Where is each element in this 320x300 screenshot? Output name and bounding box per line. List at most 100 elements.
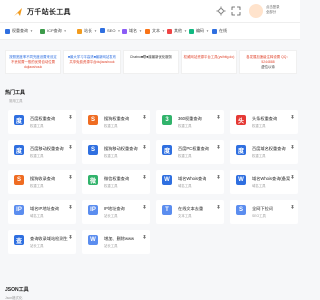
tool-card[interactable]: 度 百度域名权重查询 权重工具: [230, 140, 298, 164]
tool-card[interactable]: S 搜狗移动权重查询 权重工具: [82, 140, 150, 164]
nav-icon: [77, 28, 82, 34]
tool-name: 域名Whois查询(备案): [252, 176, 290, 181]
nav-icon: [167, 28, 172, 34]
tool-category: 域名工具: [30, 214, 44, 218]
tool-name: IP地址查询: [104, 206, 125, 211]
tool-name: 百度移动权重查询: [30, 146, 64, 151]
login-sublabel: 全部分: [266, 10, 277, 14]
tool-card[interactable]: 度 百度PC权重查询 权重工具: [156, 140, 224, 164]
tool-card[interactable]: T 在线文本去重 文本工具: [156, 200, 224, 224]
tool-name: 百度PC权重查询: [178, 146, 209, 151]
top-header: 万千站长工具 点击登录 全部分: [0, 0, 300, 22]
pin-icon[interactable]: [291, 145, 294, 149]
tool-icon: S: [88, 145, 98, 155]
tool-card[interactable]: 度 百度移动权重查询 权重工具: [8, 140, 76, 164]
ad-banner[interactable]: 按照宽度率不同完度设置来设定 不丢前置一般的优势自动位置 dujiaoshouk: [5, 50, 61, 74]
tool-icon: 度: [14, 145, 24, 155]
tool-icon: 度: [236, 145, 246, 155]
tool-category: 站长工具: [30, 244, 44, 248]
nav-item-webmaster[interactable]: 站长 ▼: [77, 28, 97, 34]
tool-name: 全网下拉词: [252, 206, 273, 211]
nav-item-text[interactable]: 文本 ▼: [145, 28, 165, 34]
pin-icon[interactable]: [143, 115, 146, 119]
tool-card[interactable]: 度 百度权重查询 权重工具: [8, 110, 76, 134]
ad-banner[interactable]: ■最大学习平高清■最新网站发布 共享免费资源平台dujiaoshouk: [63, 50, 121, 74]
pin-icon[interactable]: [69, 205, 72, 209]
pin-icon[interactable]: [217, 145, 220, 149]
pin-icon[interactable]: [69, 235, 72, 239]
chevron-down-icon: ▼: [30, 29, 33, 33]
avatar[interactable]: [249, 4, 263, 18]
tool-card[interactable]: IP 域名IP地址查询 域名工具: [8, 200, 76, 224]
nav-item-other[interactable]: 其他 ▼: [167, 28, 187, 34]
pin-icon[interactable]: [217, 115, 220, 119]
tool-name: 百度权重查询: [30, 116, 56, 121]
tool-category: 权重工具: [178, 124, 192, 128]
chevron-down-icon: ▼: [162, 29, 165, 33]
nav-item-weight[interactable]: 权重查询 ▼: [5, 28, 33, 34]
pin-icon[interactable]: [69, 175, 72, 179]
tool-icon: T: [162, 205, 172, 215]
nav-item-domain[interactable]: 域名 ▼: [122, 28, 142, 34]
main-nav: 权重查询 ▼ ICP查询 ▼ 站长 ▼ SEO ▼ 域名 ▼ 文本 ▼ 其他 ▼ 编码 ▼ 在线: [0, 22, 300, 40]
nav-item-encode[interactable]: 编码 ▼: [189, 28, 209, 34]
tool-name: 搜狗收录查询: [30, 176, 56, 181]
chevron-down-icon: ▼: [184, 29, 187, 33]
tool-category: 站长工具: [104, 214, 118, 218]
tool-card[interactable]: S 搜狗收录查询 权重工具: [8, 170, 76, 194]
section-title-hot: 热门工具: [5, 90, 26, 96]
tool-category: 权重工具: [30, 184, 44, 188]
chevron-down-icon: ▼: [63, 29, 67, 33]
tool-name: 查询收录域站检测生成: [30, 236, 68, 241]
nav-item-icp[interactable]: ICP查询 ▼: [40, 28, 67, 34]
nav-icon: [189, 28, 194, 34]
expand-icon[interactable]: [231, 6, 241, 16]
chevron-down-icon: ▼: [206, 29, 209, 33]
tool-name: 搜狗移动权重查询: [104, 146, 138, 151]
site-brand[interactable]: 万千站长工具: [27, 7, 71, 17]
tool-card[interactable]: 查 查询收录域站检测生成 站长工具: [8, 230, 76, 254]
logo-icon[interactable]: [12, 6, 24, 18]
tool-card[interactable]: W 域名Whois查询(备案) 域名工具: [230, 170, 298, 194]
tool-icon: 度: [14, 115, 24, 125]
tool-category: 站长工具: [104, 244, 118, 248]
nav-icon: [5, 28, 10, 34]
tool-name: 在线文本去重: [178, 206, 204, 211]
tool-card[interactable]: S 全网下拉词 SEO工具: [230, 200, 298, 224]
tool-category: 权重工具: [252, 124, 266, 128]
chevron-down-icon: ▼: [117, 28, 121, 33]
pin-icon[interactable]: [217, 205, 220, 209]
tool-category: 权重工具: [30, 154, 44, 158]
chevron-down-icon: ▼: [94, 29, 97, 33]
pin-icon[interactable]: [143, 205, 146, 209]
ad-banner[interactable]: 权威网站资源平台工具(ysihttg.do): [181, 50, 237, 74]
login-area[interactable]: 点击登录 全部分: [266, 5, 296, 15]
tool-card[interactable]: S 搜狗权重查询 权重工具: [82, 110, 150, 134]
pin-icon[interactable]: [143, 175, 146, 179]
tool-card[interactable]: W 增加、删除www 站长工具: [82, 230, 150, 254]
chevron-down-icon: ▼: [139, 29, 142, 33]
tool-card[interactable]: W 域名Whois查询 域名工具: [156, 170, 224, 194]
pin-icon[interactable]: [291, 115, 294, 119]
pin-icon[interactable]: [291, 175, 294, 179]
pin-icon[interactable]: [143, 235, 146, 239]
pin-icon[interactable]: [69, 145, 72, 149]
ad-banner[interactable]: 各发展加速级注释设置 QQ：5244888 虚位以待: [239, 50, 297, 74]
pin-icon[interactable]: [143, 145, 146, 149]
ad-banner[interactable]: Chatno■联■接最新优化服务: [123, 50, 179, 74]
nav-icon: [100, 28, 105, 33]
theme-toggle-icon[interactable]: [216, 6, 226, 16]
tool-card[interactable]: 3 360权重查询 权重工具: [156, 110, 224, 134]
pin-icon[interactable]: [291, 205, 294, 209]
tool-name: 百度域名权重查询: [252, 146, 286, 151]
tool-card[interactable]: 头 头条权重查询 权重工具: [230, 110, 298, 134]
pin-icon[interactable]: [217, 175, 220, 179]
tool-category: SEO工具: [252, 214, 266, 218]
tool-name: 微信权重查询: [104, 176, 130, 181]
tool-card[interactable]: IP IP地址查询 站长工具: [82, 200, 150, 224]
pin-icon[interactable]: [69, 115, 72, 119]
nav-item-online[interactable]: 在线: [212, 28, 227, 34]
tool-category: 权重工具: [30, 124, 44, 128]
nav-item-seo[interactable]: SEO ▼: [100, 28, 120, 33]
tool-card[interactable]: 微 微信权重查询 权重工具: [82, 170, 150, 194]
